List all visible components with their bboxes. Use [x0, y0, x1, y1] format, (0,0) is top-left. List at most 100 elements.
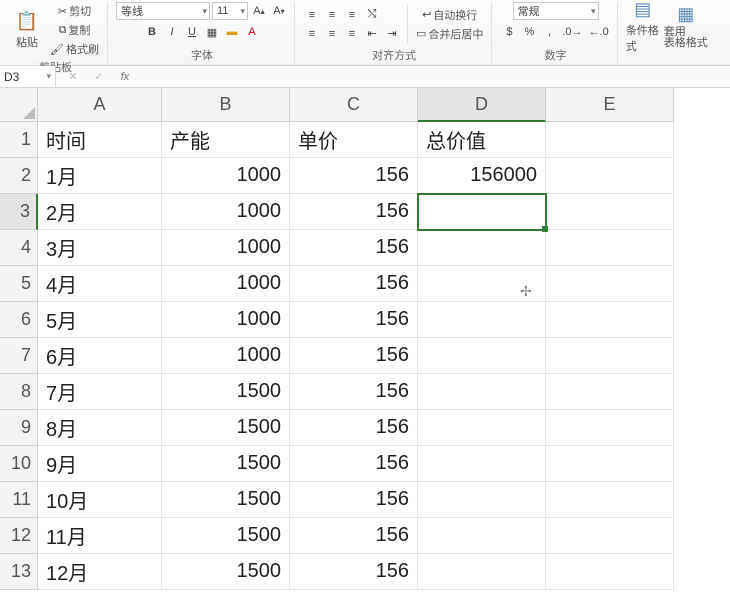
- cell-C6[interactable]: 156: [290, 302, 418, 338]
- comma-button[interactable]: ,: [540, 23, 558, 41]
- cell-B9[interactable]: 1500: [162, 410, 290, 446]
- conditional-formatting-button[interactable]: ▤ 条件格式: [626, 5, 660, 47]
- cell-D4[interactable]: [418, 230, 546, 266]
- cell-A10[interactable]: 9月: [38, 446, 162, 482]
- cell-E13[interactable]: [546, 554, 674, 590]
- format-painter-button[interactable]: 🖌 格式刷: [48, 40, 101, 58]
- name-box[interactable]: D3: [0, 66, 56, 87]
- cell-D2[interactable]: 156000: [418, 158, 546, 194]
- wrap-text-button[interactable]: ↩ 自动换行: [414, 6, 485, 24]
- cell-A1[interactable]: 时间: [38, 122, 162, 158]
- number-format-combo[interactable]: 常规: [513, 2, 599, 20]
- cell-E3[interactable]: [546, 194, 674, 230]
- cell-D3[interactable]: [418, 194, 546, 230]
- cell-D13[interactable]: [418, 554, 546, 590]
- row-header-8[interactable]: 8: [0, 374, 38, 410]
- cell-B12[interactable]: 1500: [162, 518, 290, 554]
- row-header-2[interactable]: 2: [0, 158, 38, 194]
- column-header-D[interactable]: D: [418, 88, 546, 122]
- cell-B8[interactable]: 1500: [162, 374, 290, 410]
- bold-button[interactable]: B: [143, 23, 161, 41]
- indent-increase-button[interactable]: ⇥: [383, 25, 401, 43]
- cell-B5[interactable]: 1000: [162, 266, 290, 302]
- cell-E11[interactable]: [546, 482, 674, 518]
- paste-button[interactable]: 📋 粘贴: [10, 9, 44, 51]
- row-header-1[interactable]: 1: [0, 122, 38, 158]
- cell-C8[interactable]: 156: [290, 374, 418, 410]
- fx-button[interactable]: fx: [116, 68, 134, 86]
- orientation-button[interactable]: ⤭: [363, 6, 381, 24]
- align-left-button[interactable]: ≡: [303, 25, 321, 43]
- font-size-combo[interactable]: 11: [212, 2, 248, 20]
- row-header-7[interactable]: 7: [0, 338, 38, 374]
- cell-E9[interactable]: [546, 410, 674, 446]
- enter-formula-button[interactable]: ✓: [90, 68, 108, 86]
- merge-center-button[interactable]: ▭ 合并后居中: [414, 25, 485, 43]
- font-color-button[interactable]: A: [243, 23, 261, 41]
- cell-B6[interactable]: 1000: [162, 302, 290, 338]
- cut-button[interactable]: ✂ 剪切: [48, 2, 101, 20]
- align-middle-button[interactable]: ≡: [323, 6, 341, 24]
- font-name-combo[interactable]: 等线: [116, 2, 210, 20]
- cell-E4[interactable]: [546, 230, 674, 266]
- cell-D10[interactable]: [418, 446, 546, 482]
- formula-input[interactable]: [142, 66, 730, 87]
- increase-decimal-button[interactable]: .0→: [560, 23, 584, 41]
- cell-C10[interactable]: 156: [290, 446, 418, 482]
- cell-A4[interactable]: 3月: [38, 230, 162, 266]
- cell-C12[interactable]: 156: [290, 518, 418, 554]
- cell-B2[interactable]: 1000: [162, 158, 290, 194]
- cell-D9[interactable]: [418, 410, 546, 446]
- column-header-C[interactable]: C: [290, 88, 418, 122]
- cell-B4[interactable]: 1000: [162, 230, 290, 266]
- cell-C1[interactable]: 单价: [290, 122, 418, 158]
- cell-E6[interactable]: [546, 302, 674, 338]
- spreadsheet-grid[interactable]: ABCDE1时间产能单价总价值21月100015615600032月100015…: [0, 88, 730, 590]
- align-center-button[interactable]: ≡: [323, 25, 341, 43]
- cell-C13[interactable]: 156: [290, 554, 418, 590]
- cancel-formula-button[interactable]: ✕: [64, 68, 82, 86]
- currency-button[interactable]: $: [500, 23, 518, 41]
- cell-A8[interactable]: 7月: [38, 374, 162, 410]
- cell-A9[interactable]: 8月: [38, 410, 162, 446]
- cell-A13[interactable]: 12月: [38, 554, 162, 590]
- cell-D11[interactable]: [418, 482, 546, 518]
- underline-button[interactable]: U: [183, 23, 201, 41]
- cell-B10[interactable]: 1500: [162, 446, 290, 482]
- cell-D1[interactable]: 总价值: [418, 122, 546, 158]
- decrease-decimal-button[interactable]: ←.0: [587, 23, 611, 41]
- cell-B7[interactable]: 1000: [162, 338, 290, 374]
- cell-A11[interactable]: 10月: [38, 482, 162, 518]
- percent-button[interactable]: %: [520, 23, 538, 41]
- cell-C5[interactable]: 156: [290, 266, 418, 302]
- cell-A2[interactable]: 1月: [38, 158, 162, 194]
- cell-E10[interactable]: [546, 446, 674, 482]
- indent-decrease-button[interactable]: ⇤: [363, 25, 381, 43]
- column-header-A[interactable]: A: [38, 88, 162, 122]
- row-header-12[interactable]: 12: [0, 518, 38, 554]
- row-header-9[interactable]: 9: [0, 410, 38, 446]
- row-header-13[interactable]: 13: [0, 554, 38, 590]
- row-header-11[interactable]: 11: [0, 482, 38, 518]
- cell-D7[interactable]: [418, 338, 546, 374]
- column-header-B[interactable]: B: [162, 88, 290, 122]
- cell-B11[interactable]: 1500: [162, 482, 290, 518]
- align-top-button[interactable]: ≡: [303, 6, 321, 24]
- fill-color-button[interactable]: ▬: [223, 23, 241, 41]
- borders-button[interactable]: ▦: [203, 23, 221, 41]
- row-header-6[interactable]: 6: [0, 302, 38, 338]
- row-header-5[interactable]: 5: [0, 266, 38, 302]
- cell-D8[interactable]: [418, 374, 546, 410]
- decrease-font-button[interactable]: A▾: [270, 2, 288, 20]
- cell-E7[interactable]: [546, 338, 674, 374]
- cell-C9[interactable]: 156: [290, 410, 418, 446]
- align-bottom-button[interactable]: ≡: [343, 6, 361, 24]
- cell-A6[interactable]: 5月: [38, 302, 162, 338]
- format-as-table-button[interactable]: ▦ 套用 表格格式: [664, 5, 708, 47]
- row-header-10[interactable]: 10: [0, 446, 38, 482]
- cell-A12[interactable]: 11月: [38, 518, 162, 554]
- cell-D5[interactable]: [418, 266, 546, 302]
- cell-D12[interactable]: [418, 518, 546, 554]
- cell-A3[interactable]: 2月: [38, 194, 162, 230]
- copy-button[interactable]: ⧉ 复制: [48, 21, 101, 39]
